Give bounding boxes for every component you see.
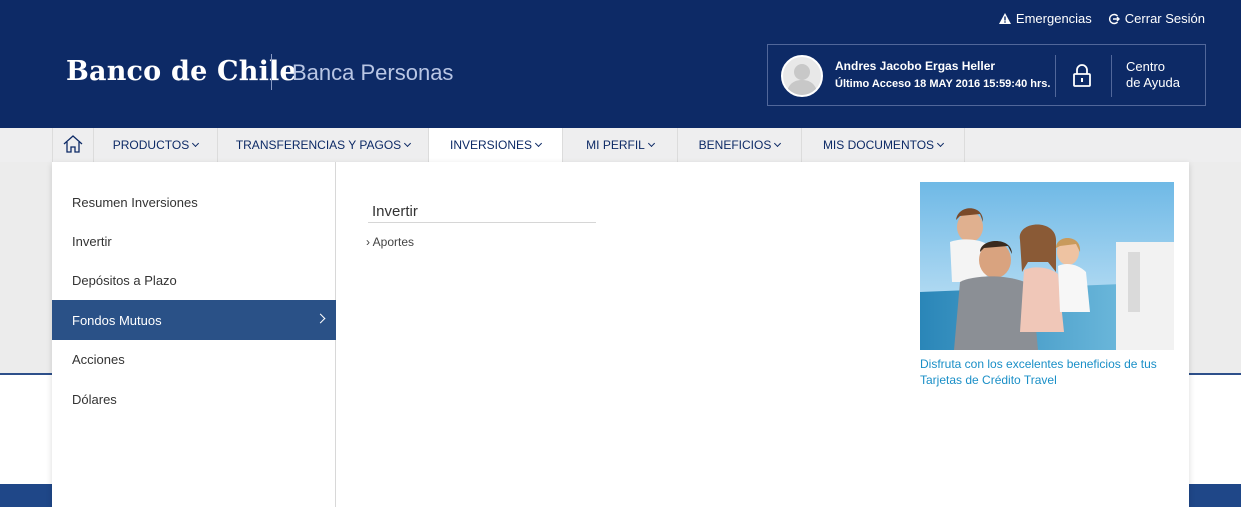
- nav-label: TRANSFERENCIAS Y PAGOS: [235, 138, 402, 152]
- divider: [1111, 55, 1112, 97]
- menu-item-label: Dólares: [72, 391, 117, 407]
- help-line-2: de Ayuda: [1126, 75, 1180, 90]
- menu-item-acciones[interactable]: Acciones: [52, 339, 336, 379]
- main-nav: PRODUCTOS TRANSFERENCIAS Y PAGOS INVERSI…: [52, 128, 965, 162]
- home-button[interactable]: [52, 128, 94, 162]
- menu-item-depositos-a-plazo[interactable]: Depósitos a Plazo: [52, 260, 336, 300]
- chevron-right-icon: ›: [366, 235, 370, 249]
- warning-icon: [998, 13, 1011, 24]
- nav-label: PRODUCTOS: [112, 138, 190, 152]
- menu-item-label: Depósitos a Plazo: [72, 272, 177, 288]
- submenu-sidebar: Resumen Inversiones Invertir Depósitos a…: [52, 162, 336, 507]
- inversiones-dropdown: Resumen Inversiones Invertir Depósitos a…: [52, 162, 1189, 507]
- nav-label: MI PERFIL: [586, 138, 645, 152]
- menu-item-fondos-mutuos[interactable]: Fondos Mutuos: [52, 300, 336, 340]
- section-title: Banca Personas: [292, 60, 454, 85]
- divider: [368, 222, 596, 223]
- menu-item-label: Resumen Inversiones: [72, 194, 198, 210]
- menu-item-resumen-inversiones[interactable]: Resumen Inversiones: [52, 182, 336, 222]
- logo-divider: [271, 54, 272, 90]
- lock-button[interactable]: [1068, 61, 1096, 91]
- nav-label: BENEFICIOS: [698, 138, 772, 152]
- chevron-down-icon: [192, 139, 200, 147]
- menu-item-label: Fondos Mutuos: [72, 312, 162, 328]
- promo-image[interactable]: [920, 182, 1174, 350]
- help-center-link[interactable]: Centro de Ayuda: [1126, 59, 1180, 91]
- top-links: Emergencias Cerrar Sesión: [998, 11, 1205, 26]
- submenu-link-aportes[interactable]: › Aportes: [366, 235, 414, 249]
- menu-item-invertir[interactable]: Invertir: [52, 221, 336, 261]
- avatar[interactable]: [781, 55, 823, 97]
- cerrar-sesion-label: Cerrar Sesión: [1124, 11, 1205, 26]
- logout-icon: [1108, 13, 1120, 25]
- chevron-down-icon: [774, 139, 782, 147]
- menu-item-dolares[interactable]: Dólares: [52, 379, 336, 419]
- nav-label: MIS DOCUMENTOS: [822, 138, 935, 152]
- divider: [1055, 55, 1056, 97]
- nav-mi-perfil[interactable]: MI PERFIL: [563, 128, 678, 162]
- help-line-1: Centro: [1126, 59, 1166, 74]
- lock-icon: [1068, 64, 1096, 95]
- chevron-right-icon: [315, 313, 326, 324]
- home-icon: [62, 134, 84, 157]
- promo-link[interactable]: Disfruta con los excelentes beneficios d…: [920, 356, 1180, 388]
- chevron-down-icon: [647, 139, 655, 147]
- menu-item-label: Acciones: [72, 351, 125, 367]
- menu-item-label: Invertir: [72, 233, 112, 249]
- nav-mis-documentos[interactable]: MIS DOCUMENTOS: [802, 128, 965, 162]
- nav-productos[interactable]: PRODUCTOS: [94, 128, 218, 162]
- emergencias-label: Emergencias: [1015, 11, 1092, 26]
- user-panel: Andres Jacobo Ergas Heller Último Acceso…: [767, 44, 1206, 106]
- nav-label: INVERSIONES: [449, 138, 533, 152]
- header: Banco de Chile Banca Personas Emergencia…: [0, 0, 1241, 128]
- submenu-title: Invertir: [372, 203, 418, 220]
- emergencias-link[interactable]: Emergencias: [998, 11, 1092, 26]
- chevron-down-icon: [534, 139, 543, 147]
- cerrar-sesion-link[interactable]: Cerrar Sesión: [1108, 11, 1205, 26]
- chevron-down-icon: [404, 139, 412, 147]
- last-access: Último Acceso 18 MAY 2016 15:59:40 hrs.: [835, 78, 1051, 90]
- submenu-link-label: Aportes: [372, 235, 415, 249]
- nav-inversiones[interactable]: INVERSIONES: [429, 128, 563, 162]
- nav-transferencias-y-pagos[interactable]: TRANSFERENCIAS Y PAGOS: [218, 128, 429, 162]
- user-name: Andres Jacobo Ergas Heller: [835, 59, 996, 73]
- bank-logo[interactable]: Banco de Chile: [66, 56, 297, 87]
- chevron-down-icon: [937, 139, 945, 147]
- main-nav-bar: PRODUCTOS TRANSFERENCIAS Y PAGOS INVERSI…: [0, 128, 1241, 162]
- nav-beneficios[interactable]: BENEFICIOS: [678, 128, 802, 162]
